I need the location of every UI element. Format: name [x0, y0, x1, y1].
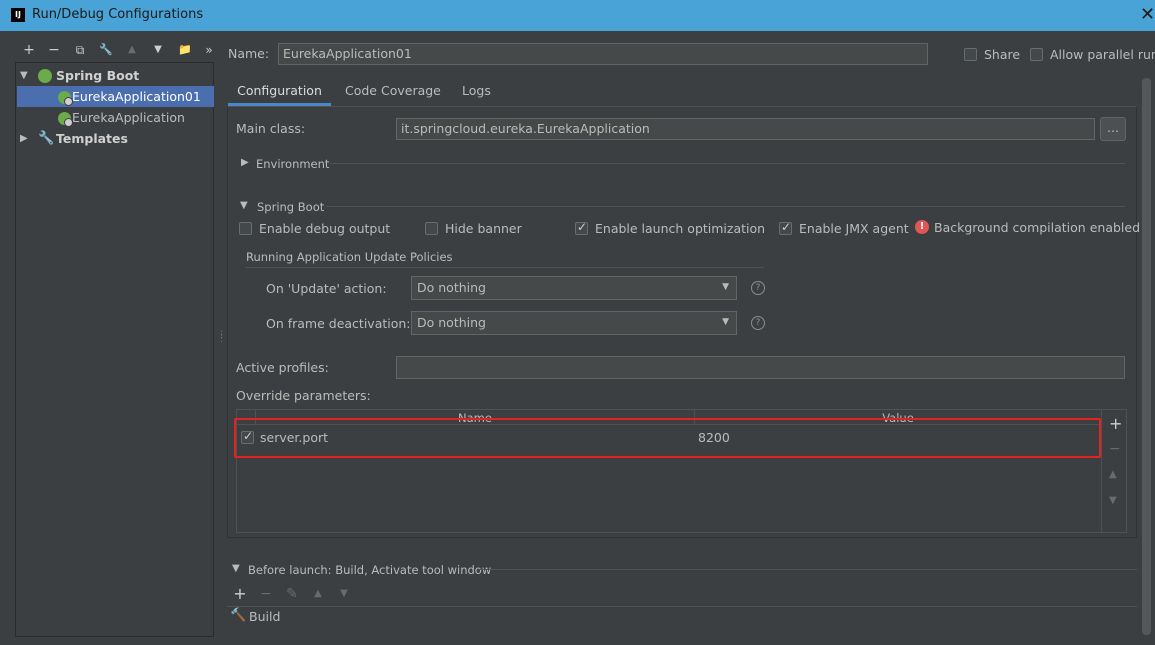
browse-button[interactable]: ...	[1100, 117, 1126, 141]
on-update-label: On 'Update' action:	[266, 281, 387, 296]
move-up-icon[interactable]: ▲	[1109, 469, 1117, 480]
allow-parallel-label: Allow parallel run	[1050, 47, 1155, 62]
help-icon[interactable]: ?	[751, 316, 765, 330]
enable-launch-optimization-label: Enable launch optimization	[595, 221, 766, 236]
move-down-icon[interactable]: ▼	[149, 40, 167, 60]
divider	[330, 163, 1125, 164]
move-up-icon[interactable]: ▲	[309, 584, 327, 604]
on-update-value: Do nothing	[417, 280, 486, 295]
move-down-icon[interactable]: ▼	[335, 584, 353, 604]
tree-node-templates[interactable]: ▶ 🔧 Templates	[16, 128, 213, 149]
tab-logs[interactable]: Logs	[462, 80, 491, 106]
divider	[326, 206, 1125, 207]
copy-icon[interactable]: ⧉	[71, 40, 89, 60]
before-launch-label[interactable]: Before launch: Build, Activate tool wind…	[248, 563, 491, 577]
vertical-scrollbar[interactable]	[1142, 78, 1151, 635]
on-update-select[interactable]: Do nothing ▼	[411, 276, 737, 300]
spring-boot-run-icon	[58, 91, 73, 106]
name-label: Name:	[228, 46, 270, 61]
share-checkbox[interactable]	[964, 48, 977, 61]
tree-item-eurekaapplication[interactable]: EurekaApplication	[16, 107, 213, 128]
highlight-box	[234, 418, 1101, 458]
edit-icon[interactable]: ✎	[283, 584, 301, 604]
tab-configuration[interactable]: Configuration	[228, 80, 331, 106]
tree-label: Templates	[56, 131, 128, 146]
intellij-icon: IJ	[11, 8, 25, 22]
chevron-down-icon: ▼	[722, 317, 729, 327]
list-item[interactable]: 🔨 Build	[227, 607, 1135, 627]
tree-label: EurekaApplication01	[72, 89, 201, 104]
tree-node-spring-boot[interactable]: ▼ Spring Boot	[16, 65, 213, 86]
divider	[246, 267, 764, 268]
warning-icon: !	[915, 220, 929, 234]
wrench-icon: 🔧	[38, 131, 55, 146]
add-icon[interactable]: +	[20, 40, 38, 60]
remove-icon[interactable]: −	[257, 584, 275, 604]
title-bar: IJ Run/Debug Configurations ✕	[0, 0, 1155, 31]
move-down-icon[interactable]: ▼	[1109, 495, 1117, 506]
hide-banner-checkbox[interactable]	[425, 222, 438, 235]
on-frame-value: Do nothing	[417, 315, 486, 330]
enable-jmx-agent-checkbox[interactable]	[779, 220, 792, 235]
on-frame-deactivation-select[interactable]: Do nothing ▼	[411, 311, 737, 335]
help-icon[interactable]: ?	[751, 281, 765, 295]
splitter-handle[interactable]: ⋮ ⋮	[217, 331, 226, 344]
spring-boot-run-icon	[58, 112, 73, 127]
wrench-icon[interactable]: 🔧	[97, 40, 115, 60]
update-policies-title: Running Application Update Policies	[246, 250, 453, 264]
folder-icon[interactable]: 📁	[176, 40, 194, 60]
main-class-label: Main class:	[236, 121, 306, 136]
before-launch-list: 🔨 Build	[227, 606, 1137, 627]
spring-boot-section-label[interactable]: Spring Boot	[257, 200, 324, 214]
close-icon[interactable]: ✕	[1140, 4, 1155, 25]
window-title: Run/Debug Configurations	[32, 7, 204, 22]
chevron-down-icon: ▼	[722, 282, 729, 292]
spring-boot-collapse-icon[interactable]: ▼	[240, 200, 248, 211]
active-profiles-field[interactable]	[396, 356, 1125, 379]
remove-icon[interactable]: −	[1109, 441, 1121, 457]
collapse-triangle-icon[interactable]: ▶	[20, 128, 28, 149]
tree-label: Spring Boot	[56, 68, 140, 83]
environment-expand-icon[interactable]: ▶	[241, 157, 249, 168]
enable-debug-output-checkbox[interactable]	[239, 222, 252, 235]
expand-triangle-icon[interactable]: ▼	[20, 65, 28, 86]
config-tree: ▼ Spring Boot EurekaApplication01 Eureka…	[15, 62, 214, 637]
tree-item-eurekaapplication01[interactable]: EurekaApplication01	[17, 86, 214, 107]
remove-icon[interactable]: −	[45, 40, 63, 60]
tab-code-coverage[interactable]: Code Coverage	[345, 80, 441, 106]
add-icon[interactable]: +	[1109, 414, 1122, 433]
background-compilation-label: Background compilation enabled	[934, 220, 1141, 235]
add-icon[interactable]: +	[231, 584, 249, 604]
table-side-toolbar: + − ▲ ▼	[1102, 409, 1127, 533]
divider	[478, 569, 1137, 570]
enable-launch-optimization-checkbox[interactable]	[575, 220, 588, 235]
enable-debug-output-label: Enable debug output	[259, 221, 391, 236]
environment-label[interactable]: Environment	[256, 157, 329, 171]
name-field[interactable]: EurekaApplication01	[278, 43, 928, 65]
spring-boot-icon	[38, 69, 52, 83]
share-label: Share	[984, 47, 1021, 62]
tree-label: EurekaApplication	[72, 110, 185, 125]
allow-parallel-checkbox[interactable]	[1030, 48, 1043, 61]
move-up-icon[interactable]: ▲	[123, 40, 141, 60]
active-profiles-label: Active profiles:	[236, 360, 329, 375]
build-item-label: Build	[249, 609, 281, 624]
main-class-field[interactable]: it.springcloud.eureka.EurekaApplication	[396, 118, 1095, 140]
more-icon[interactable]: »	[200, 40, 218, 60]
hammer-icon: 🔨	[230, 608, 247, 623]
enable-jmx-agent-label: Enable JMX agent	[799, 221, 909, 236]
config-toolbar: + − ⧉ 🔧 ▲ ▼ 📁 »	[16, 40, 216, 62]
override-parameters-label: Override parameters:	[236, 388, 371, 403]
hide-banner-label: Hide banner	[445, 221, 522, 236]
before-launch-collapse-icon[interactable]: ▼	[232, 563, 240, 574]
on-frame-deactivation-label: On frame deactivation:	[266, 316, 411, 331]
